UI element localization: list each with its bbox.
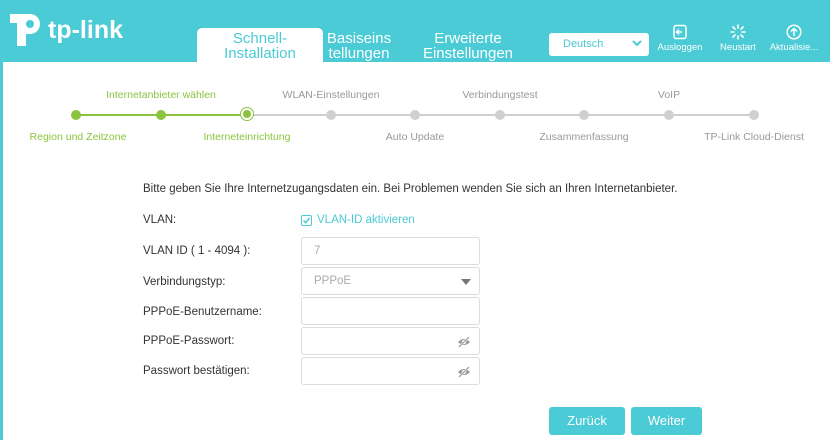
- tp-link-logo: tp-link: [4, 10, 124, 50]
- step-dot: [579, 110, 589, 120]
- reboot-button[interactable]: Neustart: [710, 24, 766, 60]
- step-isp: Internetanbieter wählen: [106, 89, 216, 101]
- username-input[interactable]: [301, 297, 480, 325]
- vlan-id-label: VLAN ID ( 1 - 4094 ):: [143, 245, 251, 257]
- eye-hidden-icon[interactable]: [457, 366, 471, 378]
- step-dot: [410, 110, 420, 120]
- tab-advanced-line1: Erweiterte: [434, 30, 502, 47]
- reboot-label: Neustart: [720, 42, 756, 53]
- chevron-down-icon: [632, 40, 642, 47]
- conn-type-value: PPPoE: [314, 275, 352, 287]
- tab-quick-setup[interactable]: Schnell- Installation: [197, 28, 323, 62]
- confirm-password-input[interactable]: [301, 357, 480, 385]
- step-dot: [495, 110, 505, 120]
- step-voip: VoIP: [657, 89, 681, 101]
- logout-button[interactable]: Ausloggen: [652, 24, 708, 60]
- step-region: Region und Zeitzone: [29, 131, 127, 143]
- reboot-icon: [730, 24, 746, 40]
- step-cloud: TP-Link Cloud-Dienst: [704, 131, 804, 143]
- checkbox-box: [301, 215, 312, 226]
- eye-hidden-icon[interactable]: [457, 336, 471, 348]
- step-auto-update: Auto Update: [385, 131, 445, 143]
- upgrade-label: Aktualisie...: [769, 42, 819, 53]
- tab-advanced-line2: Einstellungen: [422, 45, 514, 62]
- step-connection-test: Verbindungstest: [462, 89, 538, 101]
- tab-basic-line1: Basiseins: [326, 30, 392, 47]
- checkmark-icon: [302, 217, 311, 224]
- vlan-checkbox-label: VLAN-ID aktivieren: [317, 214, 415, 226]
- upgrade-button[interactable]: Aktualisie...: [766, 24, 822, 60]
- tab-basic-line2: tellungen: [328, 45, 390, 62]
- conn-type-label: Verbindungstyp:: [143, 276, 226, 288]
- tab-basic[interactable]: Basiseins tellungen: [324, 28, 394, 62]
- step-summary: Zusammenfassung: [539, 131, 629, 143]
- vlan-label: VLAN:: [143, 214, 177, 226]
- logo-text: tp-link: [48, 16, 123, 44]
- password-input[interactable]: [301, 327, 480, 355]
- username-label: PPPoE-Benutzername:: [143, 306, 262, 318]
- confirm-label: Passwort bestätigen:: [143, 365, 250, 377]
- wizard-progress: Internetanbieter wählen WLAN-Einstellung…: [0, 62, 830, 152]
- back-button[interactable]: Zurück: [549, 407, 625, 435]
- internet-setup-form: Bitte geben Sie Ihre Internetzugangsdate…: [0, 150, 830, 440]
- step-wlan: WLAN-Einstellungen: [282, 89, 380, 101]
- vlan-id-value: 7: [314, 245, 321, 257]
- password-label: PPPoE-Passwort:: [143, 335, 235, 347]
- vlan-id-input[interactable]: 7: [301, 237, 480, 265]
- tp-link-logo-mark: [10, 14, 40, 46]
- step-dot: [326, 110, 336, 120]
- top-bar: tp-link Schnell- Installation Basiseins …: [0, 0, 830, 62]
- step-dot: [749, 110, 759, 120]
- language-select[interactable]: Deutsch: [549, 33, 649, 56]
- upgrade-icon: [786, 24, 802, 40]
- step-dot-current: [240, 107, 254, 121]
- logout-icon: [673, 24, 687, 40]
- step-dot: [156, 110, 166, 120]
- next-button[interactable]: Weiter: [631, 407, 702, 435]
- conn-type-select[interactable]: PPPoE: [301, 267, 480, 295]
- dropdown-arrow-icon: [461, 279, 471, 285]
- tab-quick-setup-line2: Installation: [224, 45, 296, 62]
- step-internet-setup: Interneteinrichtung: [203, 131, 291, 143]
- logout-label: Ausloggen: [657, 42, 703, 53]
- form-intro: Bitte geben Sie Ihre Internetzugangsdate…: [143, 183, 678, 195]
- step-dot: [71, 110, 81, 120]
- tab-advanced[interactable]: Erweiterte Einstellungen: [418, 28, 518, 62]
- step-dot: [664, 110, 674, 120]
- tab-quick-setup-line1: Schnell-: [232, 30, 288, 47]
- language-value: Deutsch: [563, 38, 604, 50]
